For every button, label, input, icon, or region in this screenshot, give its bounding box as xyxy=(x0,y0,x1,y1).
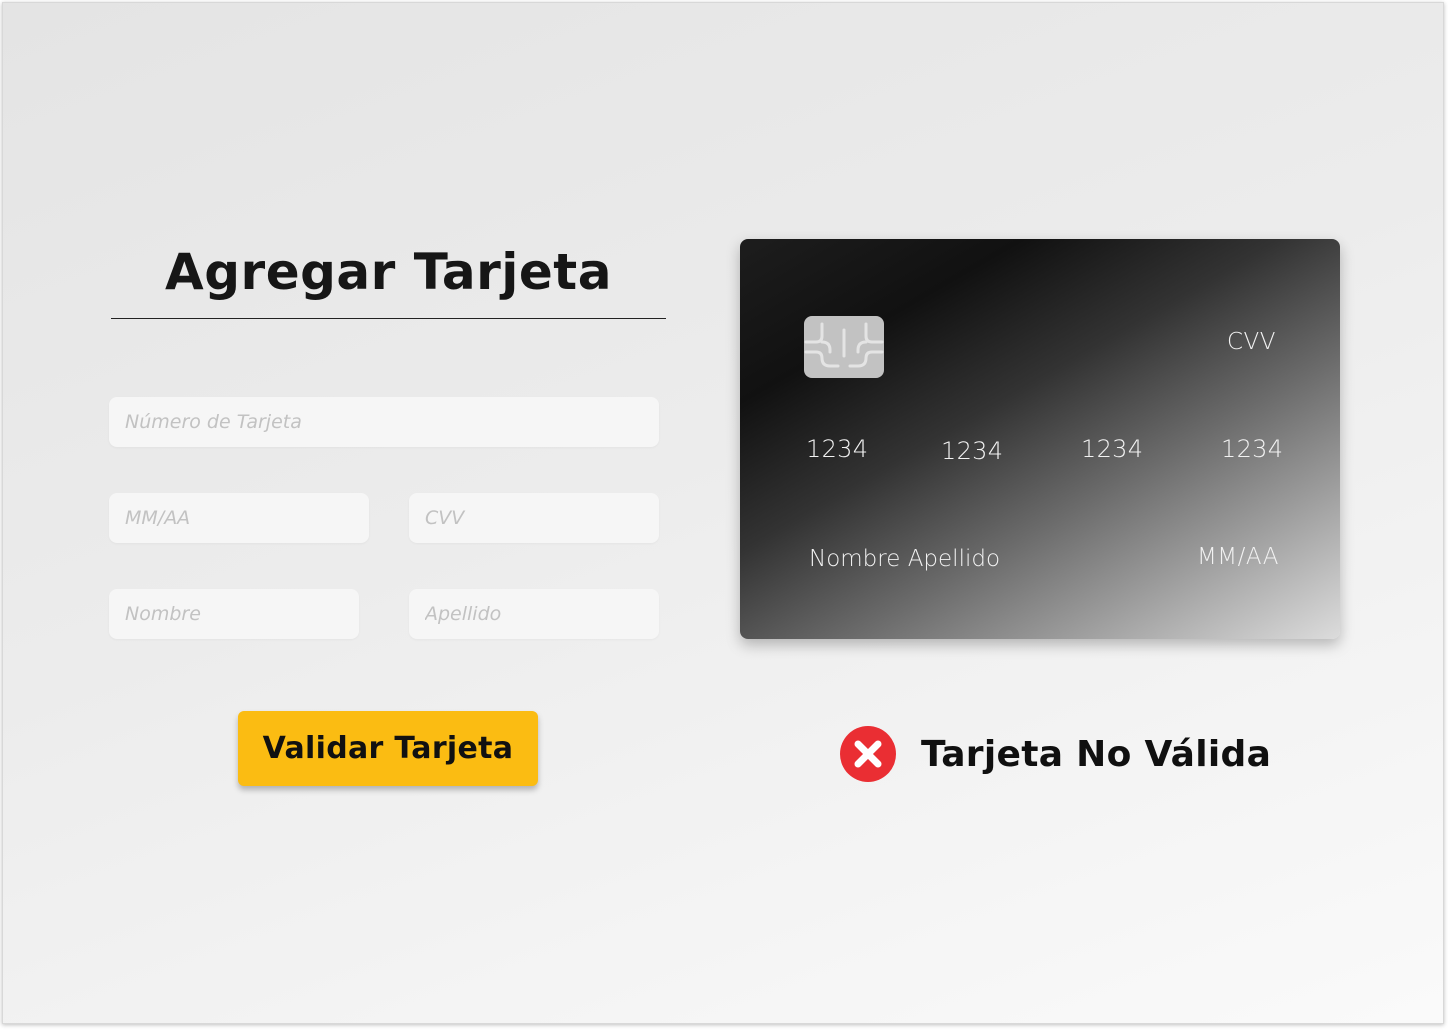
card-holder-name: Nombre Apellido xyxy=(809,546,1001,572)
card-expiry: MM/AA xyxy=(1196,544,1279,570)
card-number-group-2: 1234 xyxy=(941,437,1004,465)
card-cvv-label: CVV xyxy=(1226,329,1276,355)
page-canvas: Agregar Tarjeta Validar Tarjeta CVV 123 xyxy=(2,2,1444,1024)
x-circle-icon xyxy=(840,726,896,782)
validation-status: Tarjeta No Válida xyxy=(840,719,1271,789)
last-name-input[interactable] xyxy=(409,589,659,639)
validation-status-text: Tarjeta No Válida xyxy=(921,733,1272,775)
first-name-input[interactable] xyxy=(109,589,359,639)
card-number-group-4: 1234 xyxy=(1221,435,1284,463)
expiry-input[interactable] xyxy=(109,493,369,543)
title-divider xyxy=(111,318,666,319)
card-number-group-3: 1234 xyxy=(1081,435,1144,463)
chip-icon xyxy=(804,316,884,378)
cvv-input[interactable] xyxy=(409,493,659,543)
card-number-input[interactable] xyxy=(109,397,659,447)
card-number-group-1: 1234 xyxy=(806,435,869,463)
form-title: Agregar Tarjeta xyxy=(165,243,612,301)
card-preview: CVV 1234 1234 1234 1234 Nombre Apellido … xyxy=(740,239,1340,639)
validate-card-button[interactable]: Validar Tarjeta xyxy=(238,711,538,786)
